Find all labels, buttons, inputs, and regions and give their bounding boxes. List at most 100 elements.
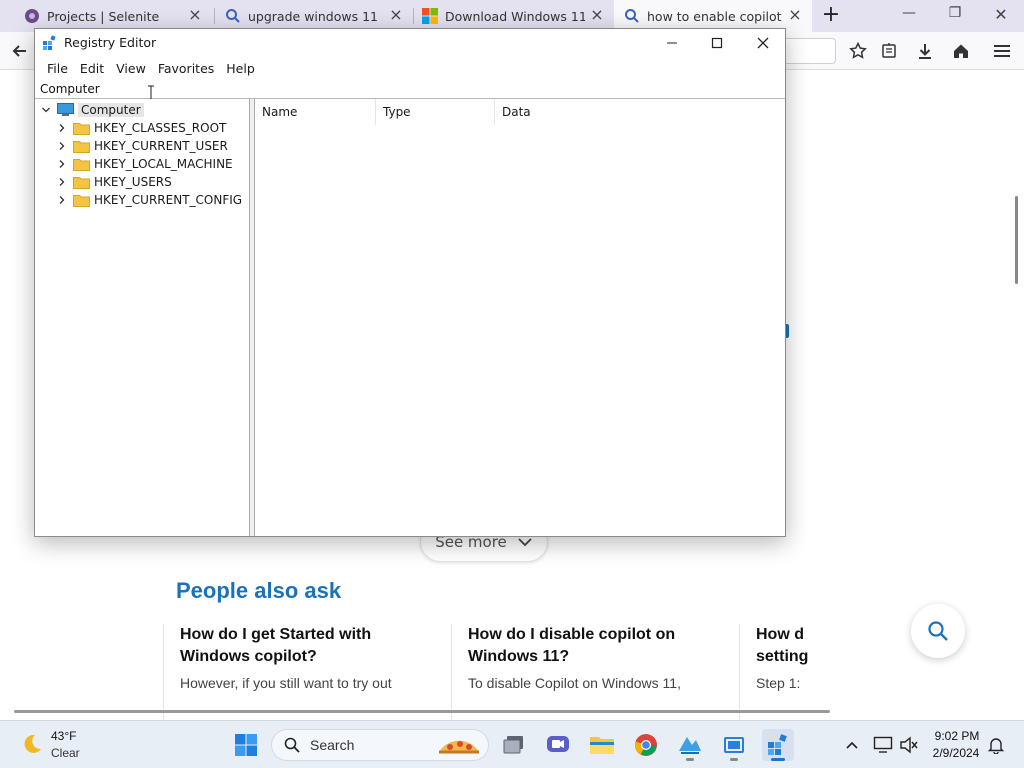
registry-editor-menubar: File Edit View Favorites Help [35, 57, 785, 79]
tree-item-computer[interactable]: Computer [39, 101, 144, 119]
tree-item-hkey-classes-root[interactable]: HKEY_CLASSES_ROOT [55, 119, 226, 137]
menu-favorites[interactable]: Favorites [152, 61, 220, 76]
restore-icon[interactable]: ❐ [944, 5, 966, 25]
teams-chat-icon [547, 736, 569, 752]
app-button[interactable] [674, 729, 706, 761]
menu-view[interactable]: View [110, 61, 152, 76]
app-icon [679, 737, 701, 754]
tree-item-label: Computer [78, 103, 144, 117]
registry-editor-titlebar[interactable]: Registry Editor [35, 29, 785, 57]
tab-title: upgrade windows 11 23h2 [248, 8, 383, 24]
tree-item-label: HKEY_LOCAL_MACHINE [94, 157, 233, 171]
folder-icon [73, 122, 90, 135]
answer-snippet: Step 1: [756, 675, 801, 691]
tree-item-label: HKEY_CURRENT_USER [94, 139, 228, 153]
store-button[interactable] [718, 729, 750, 761]
running-indicator [686, 758, 694, 761]
menu-edit[interactable]: Edit [74, 61, 110, 76]
tree-item-hkey-local-machine[interactable]: HKEY_LOCAL_MACHINE [55, 155, 233, 173]
menu-icon[interactable] [990, 39, 1014, 63]
answer-snippet: However, if you still want to try out [180, 675, 392, 691]
search-icon [284, 737, 300, 753]
question-text: How d setting [756, 626, 809, 665]
minimize-icon[interactable]: — [898, 5, 920, 25]
clock-time[interactable]: 9:02 PM [930, 729, 984, 743]
task-view-icon [503, 736, 523, 754]
home-icon[interactable] [949, 39, 973, 63]
chevron-down-icon[interactable] [39, 103, 53, 117]
task-view-button[interactable] [499, 729, 531, 761]
start-button[interactable] [230, 729, 262, 761]
minimize-icon[interactable] [657, 32, 687, 54]
registry-editor-icon [43, 35, 56, 50]
question-card[interactable]: How do I disable copilot on Windows 11? … [451, 624, 733, 720]
close-icon[interactable]: × [389, 7, 403, 23]
display-icon[interactable] [873, 735, 893, 755]
reading-list-icon[interactable] [877, 39, 901, 63]
pizza-icon [439, 740, 479, 754]
horizontal-scrollbar[interactable] [14, 710, 830, 713]
values-list-pane[interactable]: Name Type Data [255, 99, 785, 536]
sound-muted-icon[interactable] [899, 735, 919, 755]
maximize-icon[interactable] [702, 32, 732, 54]
download-icon[interactable] [913, 39, 937, 63]
tree-item-label: HKEY_CURRENT_CONFIG [94, 193, 243, 207]
question-card[interactable]: How d setting Step 1: [739, 624, 809, 720]
registry-editor-taskbar-button[interactable] [762, 729, 794, 761]
column-header-name[interactable]: Name [255, 99, 376, 125]
close-icon[interactable]: × [788, 7, 802, 23]
column-header-data[interactable]: Data [495, 99, 783, 125]
running-indicator [730, 758, 738, 761]
tab-title: Download Windows 11 [445, 8, 585, 24]
chevron-right-icon[interactable] [55, 175, 69, 189]
menu-help[interactable]: Help [220, 61, 261, 76]
question-card[interactable]: How do I get Started with Windows copilo… [163, 624, 445, 720]
tab-title: Projects | Selenite [47, 8, 160, 24]
close-icon[interactable]: × [188, 7, 202, 23]
tab-title: how to enable copilot in windows [647, 8, 783, 24]
chevron-up-icon[interactable] [842, 735, 862, 755]
chevron-right-icon[interactable] [55, 121, 69, 135]
chevron-right-icon[interactable] [55, 157, 69, 171]
chrome-button[interactable] [630, 729, 662, 761]
chevron-right-icon[interactable] [55, 193, 69, 207]
window-title: Registry Editor [64, 35, 157, 50]
people-also-ask-heading: People also ask [176, 578, 342, 603]
teams-button[interactable] [542, 729, 574, 761]
taskbar-search[interactable]: Search [271, 729, 489, 761]
registry-editor-icon [768, 734, 787, 755]
clock-date[interactable]: 2/9/2024 [926, 746, 986, 760]
search-icon [226, 9, 240, 23]
new-tab-button[interactable]: + [820, 4, 842, 26]
weather-condition[interactable]: Clear [51, 746, 80, 760]
answer-snippet: To disable Copilot on Windows 11, [468, 675, 681, 691]
floating-search-button[interactable] [911, 604, 965, 658]
selenite-icon [25, 9, 39, 23]
store-icon [724, 737, 744, 753]
search-icon [928, 621, 948, 641]
url-bar[interactable] [786, 38, 836, 64]
bookmark-star-icon[interactable] [846, 39, 870, 63]
chevron-right-icon[interactable] [55, 139, 69, 153]
column-header-type[interactable]: Type [376, 99, 495, 125]
file-explorer-button[interactable] [586, 729, 618, 761]
question-text: How do I disable copilot on Windows 11? [468, 626, 676, 665]
notification-bell-icon[interactable] [986, 735, 1006, 755]
vertical-scrollbar-thumb[interactable] [1015, 196, 1018, 284]
folder-icon [73, 158, 90, 171]
microsoft-icon [422, 8, 438, 24]
tree-item-hkey-current-user[interactable]: HKEY_CURRENT_USER [55, 137, 228, 155]
folder-icon [73, 176, 90, 189]
folder-icon [73, 140, 90, 153]
weather-temperature[interactable]: 43°F [51, 729, 76, 743]
close-icon[interactable]: × [590, 7, 604, 23]
close-window-icon[interactable]: ✕ [990, 5, 1012, 25]
back-icon[interactable] [8, 39, 32, 63]
tree-item-hkey-current-config[interactable]: HKEY_CURRENT_CONFIG [55, 191, 242, 209]
tree-item-hkey-users[interactable]: HKEY_USERS [55, 173, 172, 191]
computer-icon [57, 103, 74, 116]
menu-file[interactable]: File [41, 61, 74, 76]
windows-icon [235, 734, 257, 756]
close-icon[interactable] [748, 32, 778, 54]
key-tree-pane[interactable]: Computer HKEY_CLASSES_ROOT HKEY_CURRENT_… [35, 99, 250, 536]
